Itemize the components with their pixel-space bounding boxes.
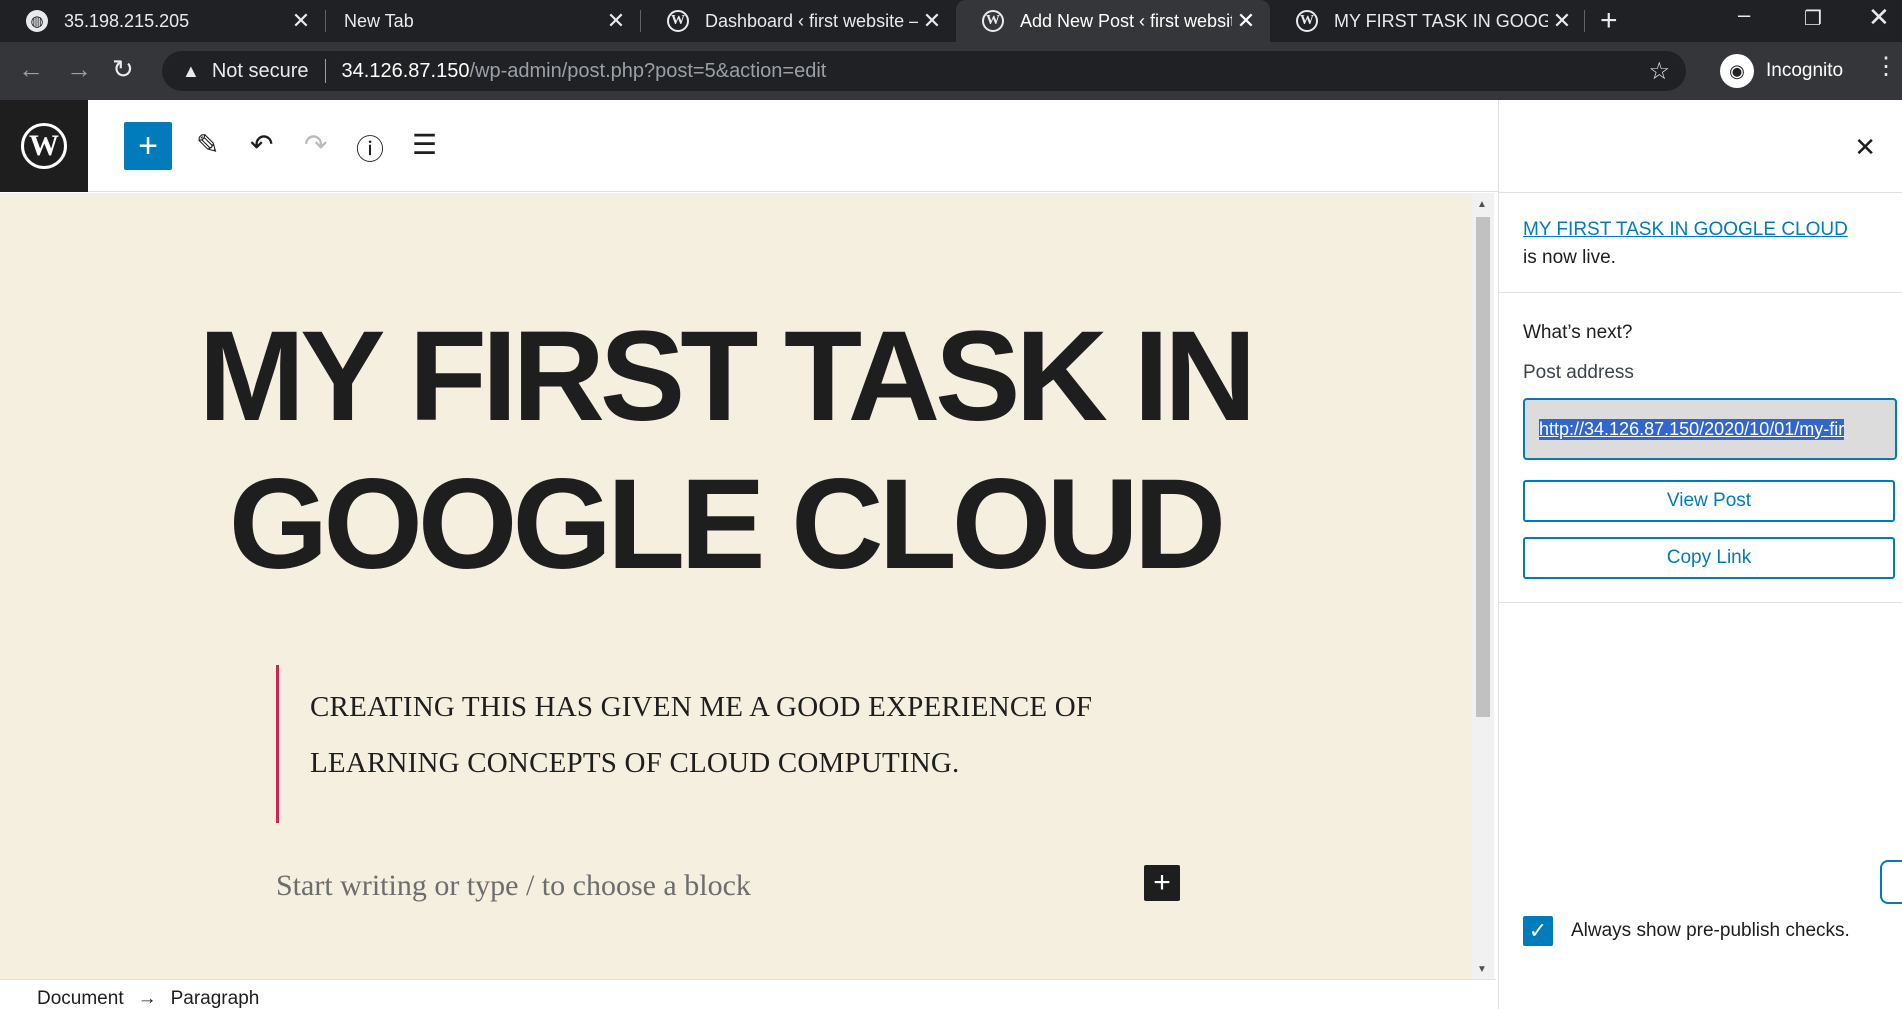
new-tab-icon[interactable]: + [1600, 4, 1618, 38]
tab-title: Dashboard ‹ first website — [705, 10, 918, 31]
breadcrumb-document[interactable]: Document [37, 988, 124, 1009]
list-view-icon[interactable]: ☰ [412, 128, 437, 161]
side-widget-tab[interactable] [1880, 860, 1902, 904]
block-breadcrumb: Document → Paragraph [0, 979, 1496, 1009]
close-tab-icon[interactable]: ✕ [287, 8, 315, 34]
browser-menu-icon[interactable]: ⋮ [1874, 52, 1898, 81]
forward-icon[interactable]: → [66, 54, 92, 85]
scrollbar-thumb[interactable] [1476, 217, 1490, 717]
address-bar[interactable]: ▲ Not secure 34.126.87.150/wp-admin/post… [162, 51, 1686, 91]
undo-icon[interactable]: ↶ [250, 128, 273, 161]
breadcrumb-arrow: → [137, 988, 157, 1009]
info-icon[interactable]: ⓘ [356, 128, 384, 168]
browser-tab-bar: ◍ 35.198.215.205 ✕ New Tab ✕ W Dashboard… [0, 0, 1902, 42]
wordpress-icon: W [1296, 10, 1318, 32]
tab-title: 35.198.215.205 [64, 10, 190, 31]
post-title[interactable]: MY FIRST TASK IN GOOGLE CLOUD [60, 303, 1390, 599]
pre-publish-checks-option[interactable]: ✓ Always show pre-publish checks. [1523, 916, 1850, 946]
incognito-label: Incognito [1766, 60, 1844, 81]
reload-icon[interactable]: ↻ [112, 54, 134, 85]
close-tab-icon[interactable]: ✕ [602, 8, 630, 34]
address-divider [324, 59, 326, 83]
redo-icon[interactable]: ↷ [304, 128, 327, 161]
wordpress-icon: W [21, 123, 67, 169]
breadcrumb-paragraph[interactable]: Paragraph [171, 988, 260, 1009]
divider [1499, 292, 1902, 293]
tab-title: New Tab [344, 10, 414, 31]
wordpress-logo-button[interactable]: W [0, 100, 88, 192]
editor-header: W + ✎ ↶ ↷ ⓘ ☰ [0, 100, 1500, 192]
warning-icon: ▲ [182, 60, 200, 81]
whats-next-heading: What’s next? [1523, 322, 1633, 343]
view-post-button[interactable]: View Post [1523, 480, 1895, 522]
back-icon[interactable]: ← [18, 54, 44, 85]
inline-add-block-button[interactable]: + [1144, 865, 1180, 901]
incognito-icon: ◉ [1720, 54, 1754, 88]
scroll-down-arrow[interactable]: ▼ [1477, 964, 1487, 975]
wordpress-icon: W [982, 10, 1004, 32]
post-address-label: Post address [1523, 362, 1634, 383]
browser-tab[interactable]: ◍ 35.198.215.205 ✕ [0, 0, 325, 42]
close-tab-icon[interactable]: ✕ [1232, 8, 1260, 34]
url-host: 34.126.87.150 [341, 59, 470, 82]
security-label: Not secure [211, 59, 309, 82]
editor-canvas: MY FIRST TASK IN GOOGLE CLOUD CREATING T… [0, 193, 1478, 979]
copy-link-button[interactable]: Copy Link [1523, 537, 1895, 579]
restore-icon[interactable]: ❐ [1804, 6, 1822, 31]
globe-icon: ◍ [26, 10, 48, 32]
live-suffix: is now live. [1523, 247, 1616, 268]
post-address-value: http://34.126.87.150/2020/10/01/my-fir [1539, 418, 1845, 440]
divider [1499, 192, 1902, 193]
post-link[interactable]: MY FIRST TASK IN GOOGLE CLOUD [1523, 219, 1848, 240]
add-block-button[interactable]: + [124, 122, 172, 170]
publish-status: MY FIRST TASK IN GOOGLE CLOUD is now liv… [1523, 216, 1863, 272]
browser-tab-active[interactable]: W Add New Post ‹ first website ✕ [956, 0, 1270, 42]
wordpress-icon: W [667, 10, 689, 32]
divider [1499, 602, 1902, 603]
checkbox-checked[interactable]: ✓ [1523, 916, 1553, 946]
browser-tab[interactable]: W MY FIRST TASK IN GOOGLE ✕ [1270, 0, 1586, 42]
close-tab-icon[interactable]: ✕ [1548, 8, 1576, 34]
quote-block[interactable]: CREATING THIS HAS GIVEN ME A GOOD EXPERI… [276, 665, 1196, 823]
close-tab-icon[interactable]: ✕ [918, 8, 946, 34]
paragraph-placeholder[interactable]: Start writing or type / to choose a bloc… [276, 869, 751, 903]
scroll-up-arrow[interactable]: ▲ [1477, 199, 1487, 210]
incognito-indicator[interactable]: ◉ Incognito [1720, 51, 1880, 91]
browser-tab[interactable]: W Dashboard ‹ first website — ✕ [641, 0, 956, 42]
post-address-field[interactable]: http://34.126.87.150/2020/10/01/my-fir [1523, 398, 1897, 460]
tab-title: Add New Post ‹ first website [1020, 10, 1232, 31]
browser-tab[interactable]: New Tab ✕ [326, 0, 640, 42]
close-panel-icon[interactable]: ✕ [1854, 132, 1876, 163]
tab-divider [1584, 10, 1585, 32]
url-path: /wp-admin/post.php?post=5&action=edit [469, 59, 827, 82]
browser-toolbar: ← → ↻ ▲ Not secure 34.126.87.150/wp-admi… [0, 42, 1902, 100]
always-show-label: Always show pre-publish checks. [1571, 920, 1850, 941]
editor-scrollbar[interactable]: ▲ ▼ [1472, 193, 1494, 979]
bookmark-star-icon[interactable]: ☆ [1648, 57, 1670, 86]
tools-pencil-icon[interactable]: ✎ [196, 128, 219, 161]
post-publish-panel: ✕ MY FIRST TASK IN GOOGLE CLOUD is now l… [1498, 100, 1902, 1009]
quote-text[interactable]: CREATING THIS HAS GIVEN ME A GOOD EXPERI… [310, 679, 1196, 791]
minimize-icon[interactable]: – [1738, 2, 1750, 28]
close-window-icon[interactable]: ✕ [1868, 2, 1890, 33]
tab-title: MY FIRST TASK IN GOOGLE [1334, 10, 1548, 31]
